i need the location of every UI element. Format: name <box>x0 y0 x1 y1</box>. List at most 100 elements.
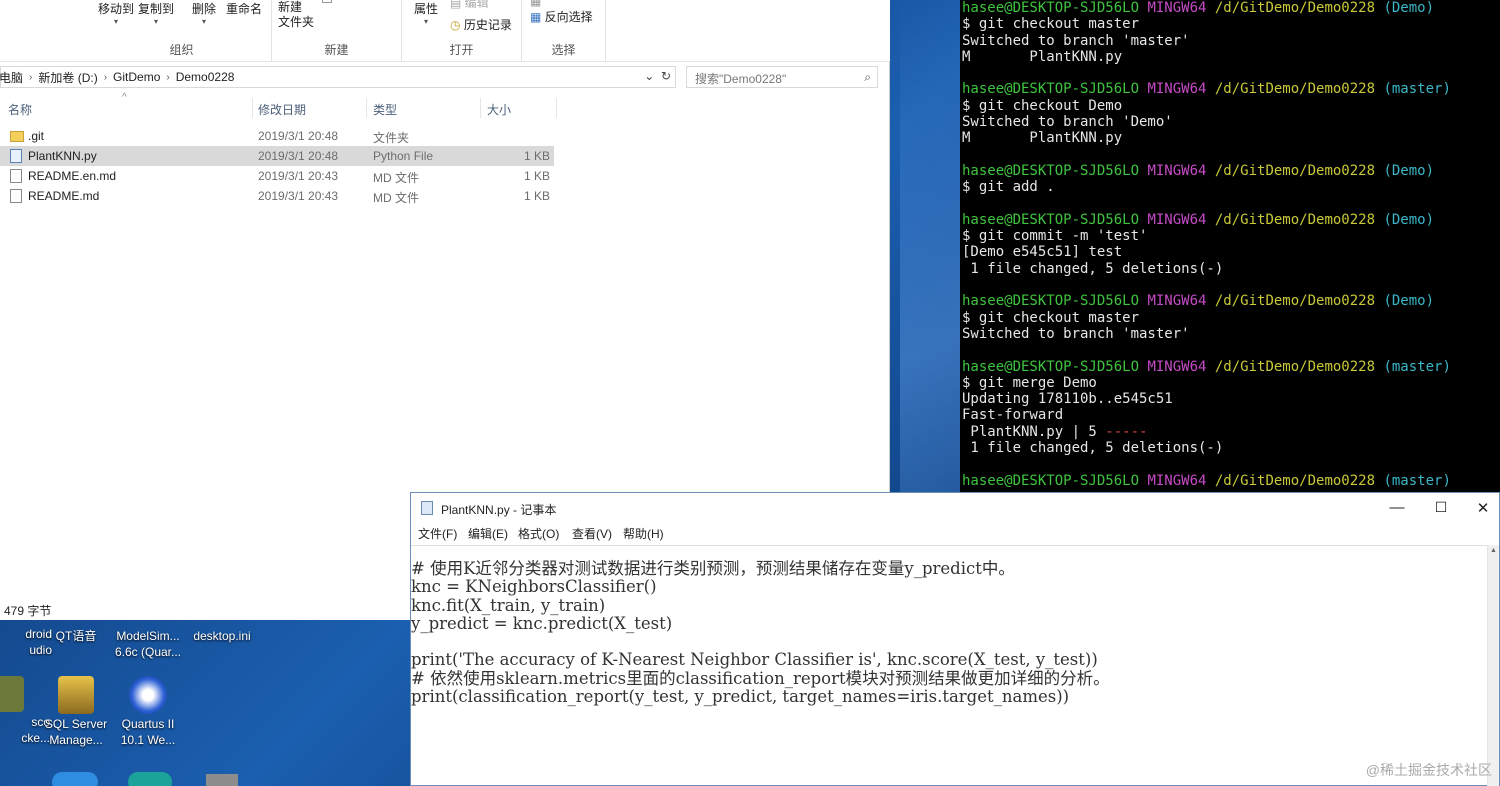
terminal-line: $ git commit -m 'test' <box>962 228 1500 244</box>
watermark: @稀土掘金技术社区 <box>1365 762 1492 778</box>
address-bar[interactable]: 电脑 › 新加卷 (D:) › GitDemo › Demo0228 ⌄ ↻ <box>0 66 676 88</box>
properties-button[interactable]: 属性 ▾ <box>414 0 438 26</box>
chevron-down-icon: ▾ <box>424 17 429 26</box>
breadcrumb-this-pc[interactable]: 电脑 <box>0 69 23 86</box>
terminal-segment: /d/GitDemo/Demo0228 <box>1214 358 1384 375</box>
terminal-line: hasee@DESKTOP-SJD56LO MINGW64 /d/GitDemo… <box>962 212 1500 228</box>
column-header-date[interactable]: 修改日期 <box>258 101 306 118</box>
file-size: 1 KB <box>523 149 550 163</box>
select-none-icon[interactable]: ▦ <box>530 0 541 8</box>
taskbar-app-icon[interactable] <box>52 772 98 786</box>
terminal-line: hasee@DESKTOP-SJD56LO MINGW64 /d/GitDemo… <box>962 359 1500 375</box>
taskbar-app-icon[interactable] <box>128 772 172 786</box>
edit-icon: ▤ <box>450 0 465 10</box>
column-divider[interactable] <box>556 98 557 118</box>
scroll-up-icon[interactable]: ▲ <box>1488 547 1499 554</box>
invert-selection-button[interactable]: ▦ 反向选择 <box>530 8 593 25</box>
file-date: 2019/3/1 20:43 <box>258 169 339 183</box>
notepad-icon <box>421 501 433 515</box>
breadcrumb-drive[interactable]: 新加卷 (D:) <box>38 69 97 86</box>
desktop-icon-desktop-ini[interactable]: desktop.ini <box>182 628 262 644</box>
delete-label: 删除 <box>192 2 217 16</box>
chevron-down-icon: ▾ <box>114 17 119 26</box>
terminal-segment: MINGW64 <box>1147 472 1215 489</box>
rename-button[interactable]: 重命名 <box>226 0 262 17</box>
taskbar-app-icon[interactable] <box>206 774 238 786</box>
file-name: .git <box>28 129 45 143</box>
column-divider[interactable] <box>366 98 367 118</box>
git-bash-terminal[interactable]: hasee@DESKTOP-SJD56LO MINGW64 /d/GitDemo… <box>960 0 1500 494</box>
chevron-down-icon[interactable]: ⌄ <box>644 69 654 83</box>
column-header-type[interactable]: 类型 <box>373 101 397 118</box>
terminal-segment: $ git checkout master <box>962 309 1140 326</box>
desktop-icon-quartus[interactable]: Quartus II 10.1 We... <box>108 676 188 748</box>
search-input[interactable]: 搜索"Demo0228" ⌕ <box>686 66 878 88</box>
terminal-line: 1 file changed, 5 deletions(-) <box>962 440 1500 456</box>
terminal-line: Switched to branch 'master' <box>962 33 1500 49</box>
desktop-icon-sql-server[interactable]: SQL Server Manage... <box>36 676 116 748</box>
terminal-line: M PlantKNN.py <box>962 49 1500 65</box>
terminal-segment: /d/GitDemo/Demo0228 <box>1214 293 1384 310</box>
file-name: README.md <box>28 189 100 203</box>
edit-label: 编辑 <box>464 0 489 10</box>
terminal-segment: $ git commit -m 'test' <box>962 228 1148 245</box>
menu-help[interactable]: 帮助(H) <box>623 525 664 542</box>
column-header-name[interactable]: 名称 <box>8 101 32 118</box>
terminal-segment: MINGW64 <box>1147 211 1215 228</box>
chevron-right-icon[interactable]: › <box>29 72 32 83</box>
vertical-scrollbar[interactable]: ▲ <box>1487 545 1499 786</box>
ribbon-group-label: 新建 <box>324 43 349 57</box>
terminal-line: $ git checkout Demo <box>962 98 1500 114</box>
terminal-line: hasee@DESKTOP-SJD56LO MINGW64 /d/GitDemo… <box>962 81 1500 97</box>
maximize-icon[interactable]: ☐ <box>1431 499 1451 516</box>
move-to-label: 移动到 <box>98 2 135 16</box>
chevron-right-icon[interactable]: › <box>166 72 169 83</box>
move-to-button[interactable]: 移动到 ▾ <box>98 0 134 26</box>
terminal-segment: /d/GitDemo/Demo0228 <box>1214 162 1384 179</box>
minimize-icon[interactable]: — <box>1387 499 1407 516</box>
chevron-down-icon: ▾ <box>154 17 159 26</box>
column-divider[interactable] <box>480 98 481 118</box>
terminal-segment: (master) <box>1383 358 1451 375</box>
breadcrumb-demo0228[interactable]: Demo0228 <box>176 70 235 84</box>
cisco-packet-icon <box>0 676 24 712</box>
copy-to-button[interactable]: 复制到 ▾ <box>138 0 174 26</box>
delete-button[interactable]: 删除 ▾ <box>192 0 216 26</box>
new-item-icon[interactable] <box>322 0 332 3</box>
file-row[interactable]: README.md 2019/3/1 20:43 MD 文件 1 KB <box>0 186 890 206</box>
edit-button[interactable]: ▤ 编辑 <box>450 0 489 11</box>
new-folder-button[interactable]: 新建 文件夹 <box>278 0 314 30</box>
desktop-icon-qt-voice[interactable]: QT语音 <box>36 628 116 644</box>
search-icon[interactable]: ⌕ <box>864 70 871 85</box>
close-icon[interactable]: ✕ <box>1473 499 1493 517</box>
file-name: README.en.md <box>28 169 117 183</box>
refresh-icon[interactable]: ↻ <box>661 69 671 83</box>
notepad-window: PlantKNN.py - 记事本 — ☐ ✕ 文件(F) 编辑(E) 格式(O… <box>410 492 1500 786</box>
terminal-line: $ git merge Demo <box>962 375 1500 391</box>
notepad-text-area[interactable]: # 使用K近邻分类器对测试数据进行类别预测，预测结果储存在变量y_predict… <box>411 545 1489 786</box>
file-row[interactable]: README.en.md 2019/3/1 20:43 MD 文件 1 KB <box>0 166 890 186</box>
history-button[interactable]: ◷ 历史记录 <box>450 16 512 33</box>
terminal-segment: $ git add . <box>962 179 1055 196</box>
terminal-segment: M PlantKNN.py <box>962 48 1123 65</box>
terminal-segment: /d/GitDemo/Demo0228 <box>1214 472 1384 489</box>
file-row-selected[interactable]: PlantKNN.py 2019/3/1 20:48 Python File 1… <box>0 146 554 166</box>
terminal-line: hasee@DESKTOP-SJD56LO MINGW64 /d/GitDemo… <box>962 293 1500 309</box>
terminal-segment: 1 file changed, 5 deletions(-) <box>962 440 1224 457</box>
terminal-line: hasee@DESKTOP-SJD56LO MINGW64 /d/GitDemo… <box>962 163 1500 179</box>
column-divider[interactable] <box>252 98 253 118</box>
menu-format[interactable]: 格式(O) <box>518 525 559 542</box>
chevron-right-icon[interactable]: › <box>104 72 107 83</box>
desktop-icon-modelsim[interactable]: ModelSim... 6.6c (Quar... <box>108 628 188 660</box>
menu-file[interactable]: 文件(F) <box>418 525 457 542</box>
column-header-size[interactable]: 大小 <box>487 101 511 118</box>
breadcrumb-gitdemo[interactable]: GitDemo <box>113 70 160 84</box>
terminal-segment: hasee@DESKTOP-SJD56LO <box>962 358 1148 375</box>
terminal-segment: Switched to branch 'Demo' <box>962 114 1173 131</box>
notepad-titlebar[interactable]: PlantKNN.py - 记事本 — ☐ ✕ <box>411 493 1499 523</box>
menu-edit[interactable]: 编辑(E) <box>468 525 508 542</box>
terminal-segment: MINGW64 <box>1147 293 1215 310</box>
menu-view[interactable]: 查看(V) <box>572 525 612 542</box>
file-row[interactable]: .git 2019/3/1 20:48 文件夹 <box>0 126 890 146</box>
